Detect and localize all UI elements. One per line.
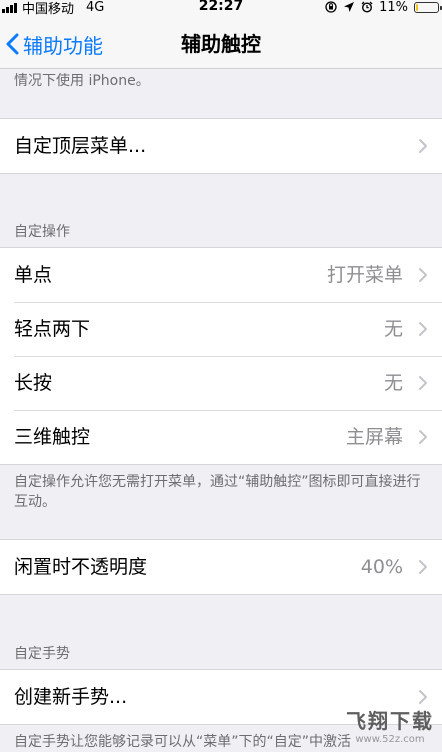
idle-opacity-group: 闲置时不透明度 40% — [0, 539, 442, 595]
idle-opacity-value: 40% — [360, 556, 403, 578]
long-press-label: 长按 — [14, 372, 53, 394]
custom-menu-group: 自定顶层菜单... — [0, 118, 442, 174]
battery-icon — [414, 1, 442, 13]
orientation-lock-icon — [325, 1, 337, 13]
double-tap-value: 无 — [383, 318, 403, 340]
single-tap-label: 单点 — [14, 264, 53, 286]
chevron-right-icon — [419, 322, 427, 336]
chevron-right-icon — [419, 376, 427, 390]
chevron-right-icon — [419, 139, 427, 153]
single-tap-row[interactable]: 单点 打开菜单 — [0, 248, 442, 302]
idle-opacity-label: 闲置时不透明度 — [14, 556, 148, 578]
page-title: 辅助触控 — [181, 32, 261, 56]
location-icon — [344, 2, 355, 12]
watermark-logo: 飞翔下载 www.52z.com — [346, 705, 434, 745]
battery-percent: 11% — [379, 0, 408, 15]
long-press-row[interactable]: 长按 无 — [0, 356, 442, 410]
single-tap-value: 打开菜单 — [326, 264, 403, 286]
custom-top-menu-row[interactable]: 自定顶层菜单... — [0, 119, 442, 173]
custom-top-menu-label: 自定顶层菜单... — [14, 135, 147, 157]
double-tap-label: 轻点两下 — [14, 318, 91, 340]
3d-touch-label: 三维触控 — [14, 426, 91, 448]
custom-actions-footer: 自定操作允许您无需打开菜单，通过“辅助触控”图标即可直接进行互动。 — [14, 474, 421, 510]
status-bar: 中国移动 4G 22:27 11% — [0, 0, 442, 20]
custom-actions-group: 单点 打开菜单 轻点两下 无 长按 无 三维触控 主屏幕 — [0, 247, 442, 465]
top-description-text: 情况下使用 iPhone。 — [14, 73, 150, 89]
watermark-text: 飞翔下载 — [346, 709, 434, 733]
custom-gestures-header: 自定手势 — [14, 646, 70, 662]
chevron-right-icon — [419, 560, 427, 574]
long-press-value: 无 — [383, 372, 403, 394]
alarm-icon — [361, 1, 373, 13]
status-bar-right: 11% — [325, 0, 442, 15]
chevron-right-icon — [419, 430, 427, 444]
create-gesture-label: 创建新手势... — [14, 686, 128, 708]
custom-actions-header: 自定操作 — [14, 224, 70, 240]
double-tap-row[interactable]: 轻点两下 无 — [0, 302, 442, 356]
3d-touch-row[interactable]: 三维触控 主屏幕 — [0, 410, 442, 464]
chevron-right-icon — [419, 268, 427, 282]
chevron-right-icon — [419, 690, 427, 704]
navigation-bar: 辅助功能 辅助触控 — [0, 20, 442, 69]
3d-touch-value: 主屏幕 — [345, 426, 403, 448]
watermark-url: www.52z.com — [355, 734, 425, 745]
idle-opacity-row[interactable]: 闲置时不透明度 40% — [0, 540, 442, 594]
